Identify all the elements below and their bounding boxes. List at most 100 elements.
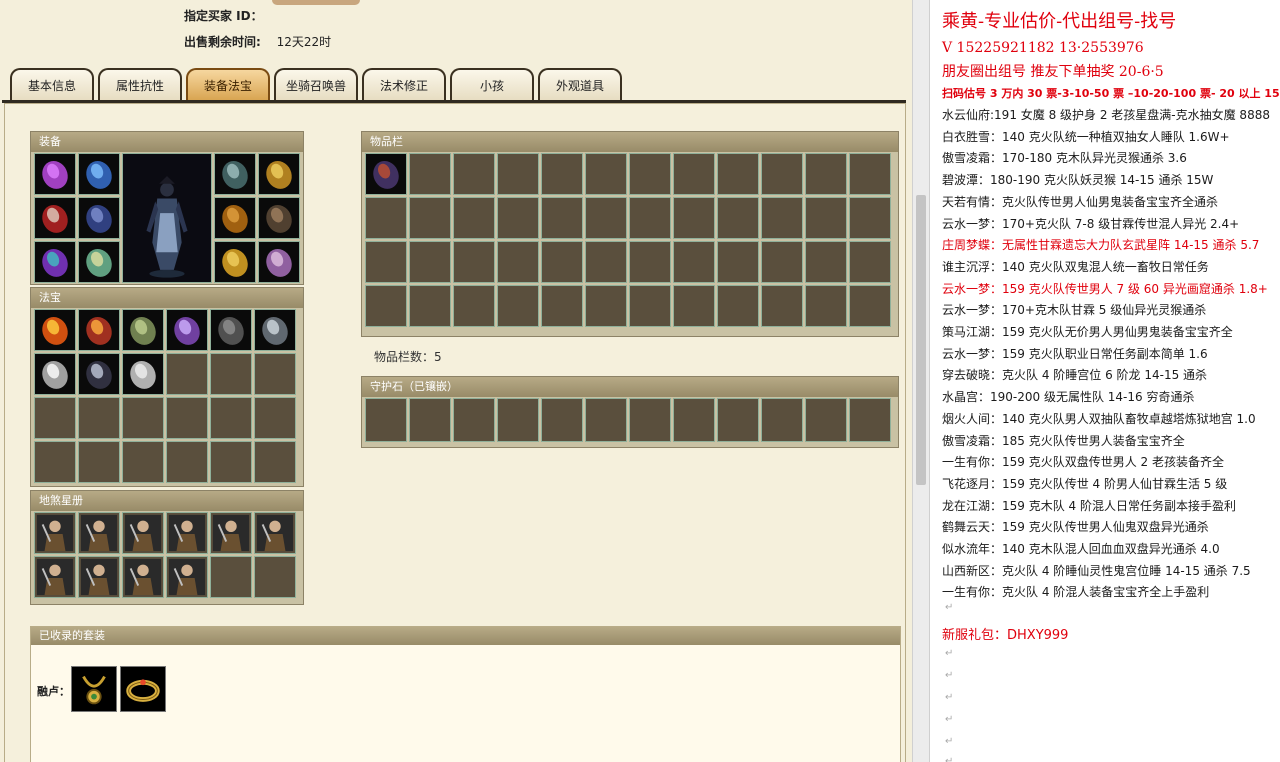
- equipment-left-slot[interactable]: [78, 241, 120, 283]
- inventory-slot[interactable]: [365, 241, 407, 283]
- treasure-slot[interactable]: [254, 309, 296, 351]
- inventory-slot[interactable]: [541, 197, 583, 239]
- tab-6[interactable]: 外观道具: [538, 68, 622, 100]
- inventory-slot[interactable]: [585, 241, 627, 283]
- inventory-slot[interactable]: [849, 285, 891, 327]
- inventory-slot[interactable]: [409, 153, 451, 195]
- guard-stone-slot[interactable]: [453, 398, 495, 442]
- treasure-slot[interactable]: [122, 441, 164, 483]
- buyer-id-field[interactable]: [272, 0, 360, 5]
- treasure-slot[interactable]: [34, 353, 76, 395]
- inventory-slot[interactable]: [761, 241, 803, 283]
- guard-stone-slot[interactable]: [849, 398, 891, 442]
- inventory-slot[interactable]: [629, 285, 671, 327]
- treasure-slot[interactable]: [210, 441, 252, 483]
- guard-stone-slot[interactable]: [585, 398, 627, 442]
- star-book-slot[interactable]: [34, 556, 76, 598]
- inventory-slot[interactable]: [365, 153, 407, 195]
- page-scrollbar[interactable]: [912, 0, 929, 762]
- inventory-slot[interactable]: [717, 241, 759, 283]
- star-book-slot[interactable]: [166, 512, 208, 554]
- treasure-slot[interactable]: [254, 397, 296, 439]
- inventory-slot[interactable]: [497, 285, 539, 327]
- tab-5[interactable]: 小孩: [450, 68, 534, 100]
- inventory-slot[interactable]: [585, 153, 627, 195]
- star-book-slot[interactable]: [254, 556, 296, 598]
- star-book-slot[interactable]: [122, 556, 164, 598]
- guard-stone-slot[interactable]: [409, 398, 451, 442]
- inventory-slot[interactable]: [453, 285, 495, 327]
- inventory-slot[interactable]: [409, 197, 451, 239]
- equipment-left-slot[interactable]: [34, 153, 76, 195]
- inventory-slot[interactable]: [717, 285, 759, 327]
- guard-stone-slot[interactable]: [497, 398, 539, 442]
- inventory-slot[interactable]: [849, 241, 891, 283]
- treasure-slot[interactable]: [78, 397, 120, 439]
- inventory-slot[interactable]: [497, 197, 539, 239]
- treasure-slot[interactable]: [78, 441, 120, 483]
- inventory-slot[interactable]: [717, 197, 759, 239]
- star-book-slot[interactable]: [210, 512, 252, 554]
- equipment-left-slot[interactable]: [34, 197, 76, 239]
- tab-0[interactable]: 基本信息: [10, 68, 94, 100]
- inventory-slot[interactable]: [541, 241, 583, 283]
- inventory-slot[interactable]: [497, 153, 539, 195]
- suit-item-bracelet[interactable]: [120, 666, 166, 712]
- treasure-slot[interactable]: [210, 309, 252, 351]
- inventory-slot[interactable]: [365, 285, 407, 327]
- inventory-slot[interactable]: [497, 241, 539, 283]
- tab-1[interactable]: 属性抗性: [98, 68, 182, 100]
- treasure-slot[interactable]: [78, 309, 120, 351]
- inventory-slot[interactable]: [453, 241, 495, 283]
- tab-2[interactable]: 装备法宝: [186, 68, 270, 100]
- inventory-slot[interactable]: [585, 197, 627, 239]
- equipment-right-slot[interactable]: [214, 153, 256, 195]
- inventory-slot[interactable]: [629, 241, 671, 283]
- inventory-slot[interactable]: [717, 153, 759, 195]
- inventory-slot[interactable]: [849, 197, 891, 239]
- tab-3[interactable]: 坐骑召唤兽: [274, 68, 358, 100]
- inventory-slot[interactable]: [629, 197, 671, 239]
- equipment-right-slot[interactable]: [258, 241, 300, 283]
- inventory-slot[interactable]: [629, 153, 671, 195]
- inventory-slot[interactable]: [541, 285, 583, 327]
- suit-item-necklace[interactable]: [71, 666, 117, 712]
- star-book-slot[interactable]: [78, 512, 120, 554]
- guard-stone-slot[interactable]: [805, 398, 847, 442]
- equipment-right-slot[interactable]: [214, 197, 256, 239]
- inventory-slot[interactable]: [849, 153, 891, 195]
- inventory-slot[interactable]: [761, 153, 803, 195]
- inventory-slot[interactable]: [761, 285, 803, 327]
- star-book-slot[interactable]: [34, 512, 76, 554]
- scrollbar-thumb[interactable]: [916, 195, 926, 485]
- equipment-right-slot[interactable]: [258, 153, 300, 195]
- inventory-slot[interactable]: [673, 197, 715, 239]
- guard-stone-slot[interactable]: [717, 398, 759, 442]
- equipment-left-slot[interactable]: [34, 241, 76, 283]
- inventory-slot[interactable]: [805, 197, 847, 239]
- guard-stone-slot[interactable]: [541, 398, 583, 442]
- treasure-slot[interactable]: [166, 397, 208, 439]
- inventory-slot[interactable]: [673, 153, 715, 195]
- treasure-slot[interactable]: [166, 353, 208, 395]
- star-book-slot[interactable]: [166, 556, 208, 598]
- inventory-slot[interactable]: [805, 241, 847, 283]
- inventory-slot[interactable]: [365, 197, 407, 239]
- inventory-slot[interactable]: [453, 197, 495, 239]
- guard-stone-slot[interactable]: [673, 398, 715, 442]
- treasure-slot[interactable]: [254, 441, 296, 483]
- inventory-slot[interactable]: [673, 241, 715, 283]
- tab-4[interactable]: 法术修正: [362, 68, 446, 100]
- guard-stone-slot[interactable]: [365, 398, 407, 442]
- treasure-slot[interactable]: [34, 309, 76, 351]
- treasure-slot[interactable]: [34, 397, 76, 439]
- star-book-slot[interactable]: [122, 512, 164, 554]
- equipment-left-slot[interactable]: [78, 197, 120, 239]
- inventory-slot[interactable]: [541, 153, 583, 195]
- treasure-slot[interactable]: [210, 397, 252, 439]
- star-book-slot[interactable]: [210, 556, 252, 598]
- treasure-slot[interactable]: [166, 309, 208, 351]
- inventory-slot[interactable]: [585, 285, 627, 327]
- inventory-slot[interactable]: [761, 197, 803, 239]
- treasure-slot[interactable]: [122, 353, 164, 395]
